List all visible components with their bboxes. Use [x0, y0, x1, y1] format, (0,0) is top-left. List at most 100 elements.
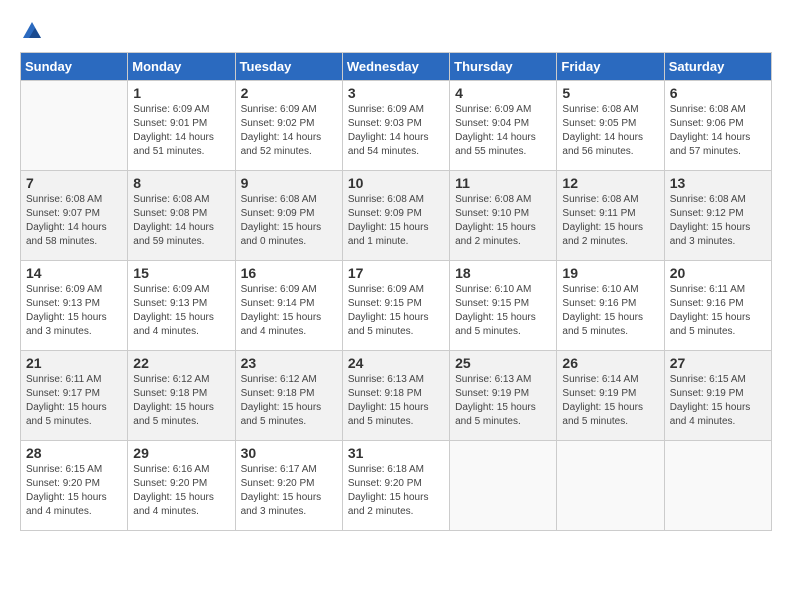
- day-info: Sunrise: 6:10 AM Sunset: 9:16 PM Dayligh…: [562, 283, 658, 339]
- calendar-table: SundayMondayTuesdayWednesdayThursdayFrid…: [20, 52, 772, 531]
- day-info: Sunrise: 6:17 AM Sunset: 9:20 PM Dayligh…: [241, 463, 337, 519]
- day-header-tuesday: Tuesday: [235, 53, 342, 81]
- day-header-thursday: Thursday: [450, 53, 557, 81]
- day-number: 15: [133, 265, 229, 281]
- day-number: 26: [562, 355, 658, 371]
- day-info: Sunrise: 6:08 AM Sunset: 9:08 PM Dayligh…: [133, 193, 229, 249]
- calendar-cell: 29 Sunrise: 6:16 AM Sunset: 9:20 PM Dayli…: [128, 441, 235, 531]
- day-number: 18: [455, 265, 551, 281]
- day-info: Sunrise: 6:09 AM Sunset: 9:14 PM Dayligh…: [241, 283, 337, 339]
- calendar-cell: 19 Sunrise: 6:10 AM Sunset: 9:16 PM Dayli…: [557, 261, 664, 351]
- calendar-cell: 21 Sunrise: 6:11 AM Sunset: 9:17 PM Dayli…: [21, 351, 128, 441]
- calendar-cell: 4Sunrise: 6:09 AM Sunset: 9:04 PM Daylig…: [450, 81, 557, 171]
- calendar-cell: 26 Sunrise: 6:14 AM Sunset: 9:19 PM Dayli…: [557, 351, 664, 441]
- day-info: Sunrise: 6:08 AM Sunset: 9:05 PM Dayligh…: [562, 103, 658, 159]
- day-number: 7: [26, 175, 122, 191]
- day-header-monday: Monday: [128, 53, 235, 81]
- calendar-cell: [21, 81, 128, 171]
- day-info: Sunrise: 6:12 AM Sunset: 9:18 PM Dayligh…: [241, 373, 337, 429]
- day-number: 19: [562, 265, 658, 281]
- day-info: Sunrise: 6:09 AM Sunset: 9:13 PM Dayligh…: [133, 283, 229, 339]
- day-number: 28: [26, 445, 122, 461]
- calendar-cell: 9Sunrise: 6:08 AM Sunset: 9:09 PM Daylig…: [235, 171, 342, 261]
- calendar-cell: 20 Sunrise: 6:11 AM Sunset: 9:16 PM Dayli…: [664, 261, 771, 351]
- calendar-cell: 1 Sunrise: 6:09 AM Sunset: 9:01 PM Daylig…: [128, 81, 235, 171]
- calendar-cell: 6 Sunrise: 6:08 AM Sunset: 9:06 PM Daylig…: [664, 81, 771, 171]
- calendar-cell: 22 Sunrise: 6:12 AM Sunset: 9:18 PM Dayli…: [128, 351, 235, 441]
- day-number: 27: [670, 355, 766, 371]
- day-info: Sunrise: 6:08 AM Sunset: 9:09 PM Dayligh…: [241, 193, 337, 249]
- day-number: 20: [670, 265, 766, 281]
- calendar-cell: 24Sunrise: 6:13 AM Sunset: 9:18 PM Dayli…: [342, 351, 449, 441]
- day-info: Sunrise: 6:08 AM Sunset: 9:12 PM Dayligh…: [670, 193, 766, 249]
- calendar-cell: 7 Sunrise: 6:08 AM Sunset: 9:07 PM Daylig…: [21, 171, 128, 261]
- calendar-header: SundayMondayTuesdayWednesdayThursdayFrid…: [21, 53, 772, 81]
- logo-icon: [21, 20, 43, 42]
- day-number: 5: [562, 85, 658, 101]
- calendar-cell: 12 Sunrise: 6:08 AM Sunset: 9:11 PM Dayli…: [557, 171, 664, 261]
- day-info: Sunrise: 6:08 AM Sunset: 9:06 PM Dayligh…: [670, 103, 766, 159]
- page-header: [20, 20, 772, 42]
- calendar-cell: 16 Sunrise: 6:09 AM Sunset: 9:14 PM Dayli…: [235, 261, 342, 351]
- day-info: Sunrise: 6:11 AM Sunset: 9:16 PM Dayligh…: [670, 283, 766, 339]
- day-info: Sunrise: 6:09 AM Sunset: 9:02 PM Dayligh…: [241, 103, 337, 159]
- day-number: 11: [455, 175, 551, 191]
- calendar-cell: [664, 441, 771, 531]
- day-header-friday: Friday: [557, 53, 664, 81]
- day-number: 13: [670, 175, 766, 191]
- day-info: Sunrise: 6:09 AM Sunset: 9:13 PM Dayligh…: [26, 283, 122, 339]
- day-number: 6: [670, 85, 766, 101]
- logo: [20, 20, 44, 42]
- day-number: 31: [348, 445, 444, 461]
- day-info: Sunrise: 6:16 AM Sunset: 9:20 PM Dayligh…: [133, 463, 229, 519]
- day-info: Sunrise: 6:15 AM Sunset: 9:20 PM Dayligh…: [26, 463, 122, 519]
- calendar-cell: 18 Sunrise: 6:10 AM Sunset: 9:15 PM Dayli…: [450, 261, 557, 351]
- calendar-cell: [557, 441, 664, 531]
- calendar-cell: 23Sunrise: 6:12 AM Sunset: 9:18 PM Dayli…: [235, 351, 342, 441]
- day-info: Sunrise: 6:10 AM Sunset: 9:15 PM Dayligh…: [455, 283, 551, 339]
- day-info: Sunrise: 6:15 AM Sunset: 9:19 PM Dayligh…: [670, 373, 766, 429]
- day-info: Sunrise: 6:18 AM Sunset: 9:20 PM Dayligh…: [348, 463, 444, 519]
- day-info: Sunrise: 6:14 AM Sunset: 9:19 PM Dayligh…: [562, 373, 658, 429]
- calendar-cell: 11Sunrise: 6:08 AM Sunset: 9:10 PM Dayli…: [450, 171, 557, 261]
- day-info: Sunrise: 6:08 AM Sunset: 9:09 PM Dayligh…: [348, 193, 444, 249]
- day-number: 30: [241, 445, 337, 461]
- calendar-cell: 5 Sunrise: 6:08 AM Sunset: 9:05 PM Daylig…: [557, 81, 664, 171]
- day-number: 22: [133, 355, 229, 371]
- day-number: 2: [241, 85, 337, 101]
- day-info: Sunrise: 6:12 AM Sunset: 9:18 PM Dayligh…: [133, 373, 229, 429]
- day-info: Sunrise: 6:11 AM Sunset: 9:17 PM Dayligh…: [26, 373, 122, 429]
- calendar-cell: 14 Sunrise: 6:09 AM Sunset: 9:13 PM Dayli…: [21, 261, 128, 351]
- calendar-cell: 3 Sunrise: 6:09 AM Sunset: 9:03 PM Daylig…: [342, 81, 449, 171]
- day-header-sunday: Sunday: [21, 53, 128, 81]
- day-number: 1: [133, 85, 229, 101]
- day-number: 17: [348, 265, 444, 281]
- day-number: 8: [133, 175, 229, 191]
- day-header-wednesday: Wednesday: [342, 53, 449, 81]
- day-info: Sunrise: 6:13 AM Sunset: 9:19 PM Dayligh…: [455, 373, 551, 429]
- calendar-cell: 10 Sunrise: 6:08 AM Sunset: 9:09 PM Dayli…: [342, 171, 449, 261]
- calendar-cell: 25 Sunrise: 6:13 AM Sunset: 9:19 PM Dayli…: [450, 351, 557, 441]
- day-number: 10: [348, 175, 444, 191]
- day-info: Sunrise: 6:09 AM Sunset: 9:15 PM Dayligh…: [348, 283, 444, 339]
- day-number: 16: [241, 265, 337, 281]
- day-info: Sunrise: 6:13 AM Sunset: 9:18 PM Dayligh…: [348, 373, 444, 429]
- day-number: 14: [26, 265, 122, 281]
- day-number: 25: [455, 355, 551, 371]
- day-info: Sunrise: 6:09 AM Sunset: 9:01 PM Dayligh…: [133, 103, 229, 159]
- calendar-cell: 27 Sunrise: 6:15 AM Sunset: 9:19 PM Dayli…: [664, 351, 771, 441]
- day-number: 12: [562, 175, 658, 191]
- day-info: Sunrise: 6:08 AM Sunset: 9:11 PM Dayligh…: [562, 193, 658, 249]
- day-number: 29: [133, 445, 229, 461]
- day-info: Sunrise: 6:09 AM Sunset: 9:03 PM Dayligh…: [348, 103, 444, 159]
- day-number: 21: [26, 355, 122, 371]
- calendar-cell: 13 Sunrise: 6:08 AM Sunset: 9:12 PM Dayli…: [664, 171, 771, 261]
- day-number: 3: [348, 85, 444, 101]
- calendar-cell: 2 Sunrise: 6:09 AM Sunset: 9:02 PM Daylig…: [235, 81, 342, 171]
- day-header-saturday: Saturday: [664, 53, 771, 81]
- calendar-cell: [450, 441, 557, 531]
- calendar-cell: 30 Sunrise: 6:17 AM Sunset: 9:20 PM Dayli…: [235, 441, 342, 531]
- calendar-cell: 31 Sunrise: 6:18 AM Sunset: 9:20 PM Dayli…: [342, 441, 449, 531]
- day-info: Sunrise: 6:08 AM Sunset: 9:07 PM Dayligh…: [26, 193, 122, 249]
- calendar-cell: 28 Sunrise: 6:15 AM Sunset: 9:20 PM Dayli…: [21, 441, 128, 531]
